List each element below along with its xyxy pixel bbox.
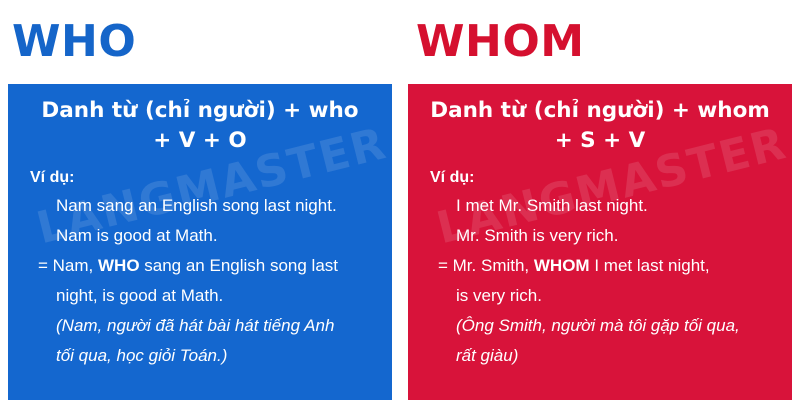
whom-line3-prefix: = Mr. Smith, xyxy=(438,256,534,275)
whom-translation-line2: rất giàu) xyxy=(456,346,519,365)
who-line3-suffix: sang an English song last xyxy=(139,256,339,275)
whom-line3-suffix: I met last night, xyxy=(589,256,710,275)
whom-example-line2: Mr. Smith is very rich. xyxy=(456,226,619,245)
who-example-line3: = Nam, WHO sang an English song last xyxy=(38,254,338,278)
who-example-line4: night, is good at Math. xyxy=(56,286,224,305)
who-example-line2: Nam is good at Math. xyxy=(56,226,218,245)
who-line3-prefix: = Nam, xyxy=(38,256,98,275)
whom-translation-line1: (Ông Smith, người mà tôi gặp tối qua, xyxy=(456,316,740,335)
whom-example-label: Ví dụ: xyxy=(430,169,475,186)
who-example-line1: Nam sang an English song last night. xyxy=(56,196,337,215)
whom-example-line1: I met Mr. Smith last night. xyxy=(456,196,648,215)
who-keyword: WHO xyxy=(98,256,140,275)
who-heading: WHO xyxy=(12,16,137,67)
who-formula-line2: + V + O xyxy=(153,128,247,153)
whom-formula-line2: + S + V xyxy=(554,128,646,153)
whom-heading: WHOM xyxy=(416,16,585,67)
whom-keyword: WHOM xyxy=(533,256,590,275)
whom-formula: Danh từ (chỉ người) + whom + S + V xyxy=(408,96,792,156)
whom-formula-line1: Danh từ (chỉ người) + whom xyxy=(430,98,770,123)
whom-example-line4: is very rich. xyxy=(456,286,542,305)
who-formula: Danh từ (chỉ người) + who + V + O xyxy=(8,96,392,156)
who-translation-line1: (Nam, người đã hát bài hát tiếng Anh xyxy=(56,316,335,335)
whom-panel: LANGMASTER Danh từ (chỉ người) + whom + … xyxy=(408,84,792,400)
infographic: WHO WHOM LANGMASTER Danh từ (chỉ người) … xyxy=(0,0,800,418)
who-translation-line2: tối qua, học giỏi Toán.) xyxy=(56,346,228,365)
who-panel: LANGMASTER Danh từ (chỉ người) + who + V… xyxy=(8,84,392,400)
who-example-label: Ví dụ: xyxy=(30,169,75,186)
who-formula-line1: Danh từ (chỉ người) + who xyxy=(41,98,359,123)
whom-example-line3: = Mr. Smith, WHOM I met last night, xyxy=(438,254,710,278)
